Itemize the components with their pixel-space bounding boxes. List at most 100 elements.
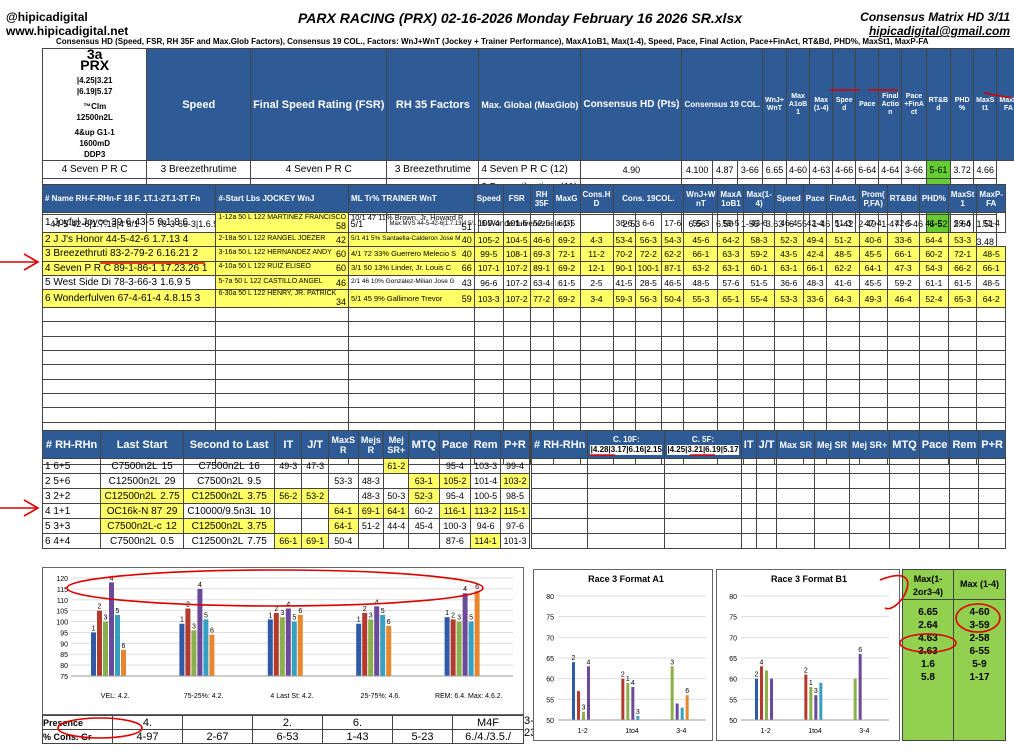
bar-label: 3 xyxy=(369,612,373,619)
max-value: 2.64 xyxy=(918,620,938,631)
entry-value-cell: 48-3 xyxy=(802,274,828,291)
start-value-mj: 48-3 xyxy=(357,488,385,504)
y-tick-label: 55 xyxy=(729,697,737,704)
bar-label: 2 xyxy=(451,612,455,619)
c19-cell: 4.87 xyxy=(711,160,738,179)
bar-label: 6 xyxy=(122,643,126,650)
entry-value-cell: 104-5 xyxy=(502,231,531,248)
race-value: 2.75 xyxy=(160,490,180,502)
last-start: C7500n2L-c 12 xyxy=(100,518,184,534)
entry-value-cell: 60-1 xyxy=(743,260,775,276)
empty-cell xyxy=(41,364,217,380)
start-row[interactable]: 4 1+1 OC16k-N 87 29 C10000/9.5n3L 10 64-1 69-1… xyxy=(41,503,530,519)
empty-cell xyxy=(634,335,663,352)
entry-value-cell: 63-3 xyxy=(717,246,745,262)
empty-cell xyxy=(802,350,828,366)
empty-cell xyxy=(348,335,475,352)
rh-cell xyxy=(978,458,1006,474)
entry-row[interactable]: 5 West Side Di 78-3-66-3 1.6.9 5 5-7a 50 L… xyxy=(41,274,1006,291)
entry-row[interactable]: 4 Seven P R C 89-1-86-1 17.23.26 1 4-10a 5… xyxy=(41,260,1006,276)
empty-cell xyxy=(886,321,920,337)
empty-cell xyxy=(348,364,475,380)
empty-cell xyxy=(976,364,1006,380)
rh-cell xyxy=(978,518,1006,534)
start-row[interactable]: 5 3+3 C7500n2L-c 12 C12500n2L 3.75 64-1 51-2 44… xyxy=(41,518,530,534)
entry-value-cell: 72-2 xyxy=(634,246,663,262)
entry-value-cell: 46-5 xyxy=(661,274,685,291)
entry-value-cell: 52-5 xyxy=(529,212,554,233)
max-value: 1-17 xyxy=(969,672,990,683)
empty-row xyxy=(41,364,1006,380)
y-tick-label: 65 xyxy=(729,656,737,663)
mid-header-cell: MaxG xyxy=(552,184,581,213)
bar-mark xyxy=(804,674,808,720)
max-col2: Max (1-4) 4-60 3-59 2-58 6-55 5-9 1-17 xyxy=(954,570,1005,740)
entry-value-cell: 56-3 xyxy=(634,289,663,309)
bot-header-cell: Last Start xyxy=(100,430,184,459)
bar-mark xyxy=(582,711,585,720)
empty-cell xyxy=(886,392,920,409)
empty-cell xyxy=(976,335,1006,352)
entry-value-cell: 70-2 xyxy=(612,246,636,262)
empty-cell xyxy=(918,335,949,352)
empty-cell xyxy=(886,407,920,423)
entry-row[interactable]: 3 Breezethruti 83-2-79-2 6.16.21 2 3-16a 5… xyxy=(41,246,1006,262)
bar-label: 4 xyxy=(198,582,202,589)
empty-cell xyxy=(552,378,581,394)
start-value-mj: 51-2 xyxy=(357,518,385,534)
empty-cell xyxy=(717,321,745,337)
start-row[interactable]: 2 5+6 C12500n2L 29 C7500n2L 9.5 53-3 48-3 63-1 1… xyxy=(41,473,530,489)
empty-cell xyxy=(683,321,719,337)
last-start: C7500n2L 15 xyxy=(100,458,184,474)
y-tick-label: 65 xyxy=(546,656,554,663)
rh-cell xyxy=(918,533,951,549)
start-row[interactable]: 1 6+5 C7500n2L 15 C7500n2L 16 49-3 47-3 61-2 95-… xyxy=(41,458,530,474)
empty-cell xyxy=(683,407,719,423)
empty-cell xyxy=(661,378,685,394)
empty-cell xyxy=(858,335,888,352)
second-last: C12500n2L 3.75 xyxy=(182,488,276,504)
empty-cell xyxy=(918,378,949,394)
top-value-cell: 4-66 xyxy=(832,160,857,179)
empty-cell xyxy=(579,364,614,380)
th-cons: Consensus HD (Pts) xyxy=(580,48,683,161)
bar-mark xyxy=(380,615,386,676)
bot-header-cell: MTQ xyxy=(408,430,440,459)
empty-cell xyxy=(858,364,888,380)
max-col2-header: Max (1-4) xyxy=(954,570,1005,600)
bar-mark xyxy=(185,608,191,676)
rh-cell xyxy=(978,473,1006,489)
th-mg: Max. Global (MaxGlob) xyxy=(478,48,582,161)
th-v2: Max (1-4) xyxy=(809,48,834,161)
th-v6: Pace +FinA ct xyxy=(901,48,927,161)
mid-header-cell: Prom( P,FA) xyxy=(858,184,888,213)
bar-label: 6 xyxy=(298,608,302,615)
rh-cell xyxy=(587,533,666,549)
c10-values: |4.28|3.17|6.16|2.15 xyxy=(590,444,663,455)
entry-name: 6 Wonderfulven 67-4-61-4 4.8.15 3 xyxy=(41,289,217,309)
start-row[interactable]: 3 2+2 C12500n2L 2.75 C12500n2L 3.75 56-2 53-2 4… xyxy=(41,488,530,504)
bar-label: 1 xyxy=(92,625,96,632)
entry-row[interactable]: 1 Joyful Joyce 39-6-43-5 0.1.8 6 1-12a 50 … xyxy=(41,212,1006,233)
start-row[interactable]: 6 4+4 C7500n2L 0.5 C12500n2L 7.75 66-1 69-1 50-… xyxy=(41,533,530,549)
empty-cell xyxy=(802,378,828,394)
entry-row[interactable]: 2 J J's Honor 44-5-42-6 1.7.13 4 2-18a 50 … xyxy=(41,231,1006,248)
entry-value-cell: 49-4 xyxy=(802,231,828,248)
email-link[interactable]: hipicadigital@gmail.com xyxy=(860,24,1010,38)
format-a1-chart: Race 3 Format A1505560657075802341-22143… xyxy=(546,574,706,735)
cons-gr-label: % Cons. Gr xyxy=(42,729,113,744)
empty-cell xyxy=(502,307,531,323)
jockey-cell: 6-30a 50 L 122 HENRY, JR. PATRICK 34 xyxy=(215,289,350,309)
second-last: C12500n2L 3.75 xyxy=(182,518,276,534)
rh-cell xyxy=(889,473,920,489)
rh-cell xyxy=(530,503,589,519)
bar-mark xyxy=(109,582,114,676)
empty-cell xyxy=(612,364,636,380)
x-label: VEL: 4.2. xyxy=(101,693,130,700)
site-url[interactable]: www.hipicadigital.net xyxy=(6,24,128,38)
entry-value-cell: 4-3 xyxy=(579,231,614,248)
entry-value-cell: 69-3 xyxy=(529,246,554,262)
entry-row[interactable]: 6 Wonderfulven 67-4-61-4 4.8.15 3 6-30a 50… xyxy=(41,289,1006,309)
empty-cell xyxy=(918,307,949,323)
trainer-cell: 5/1 41 5% Santaella-Calderon Jose M 40 xyxy=(348,231,475,248)
